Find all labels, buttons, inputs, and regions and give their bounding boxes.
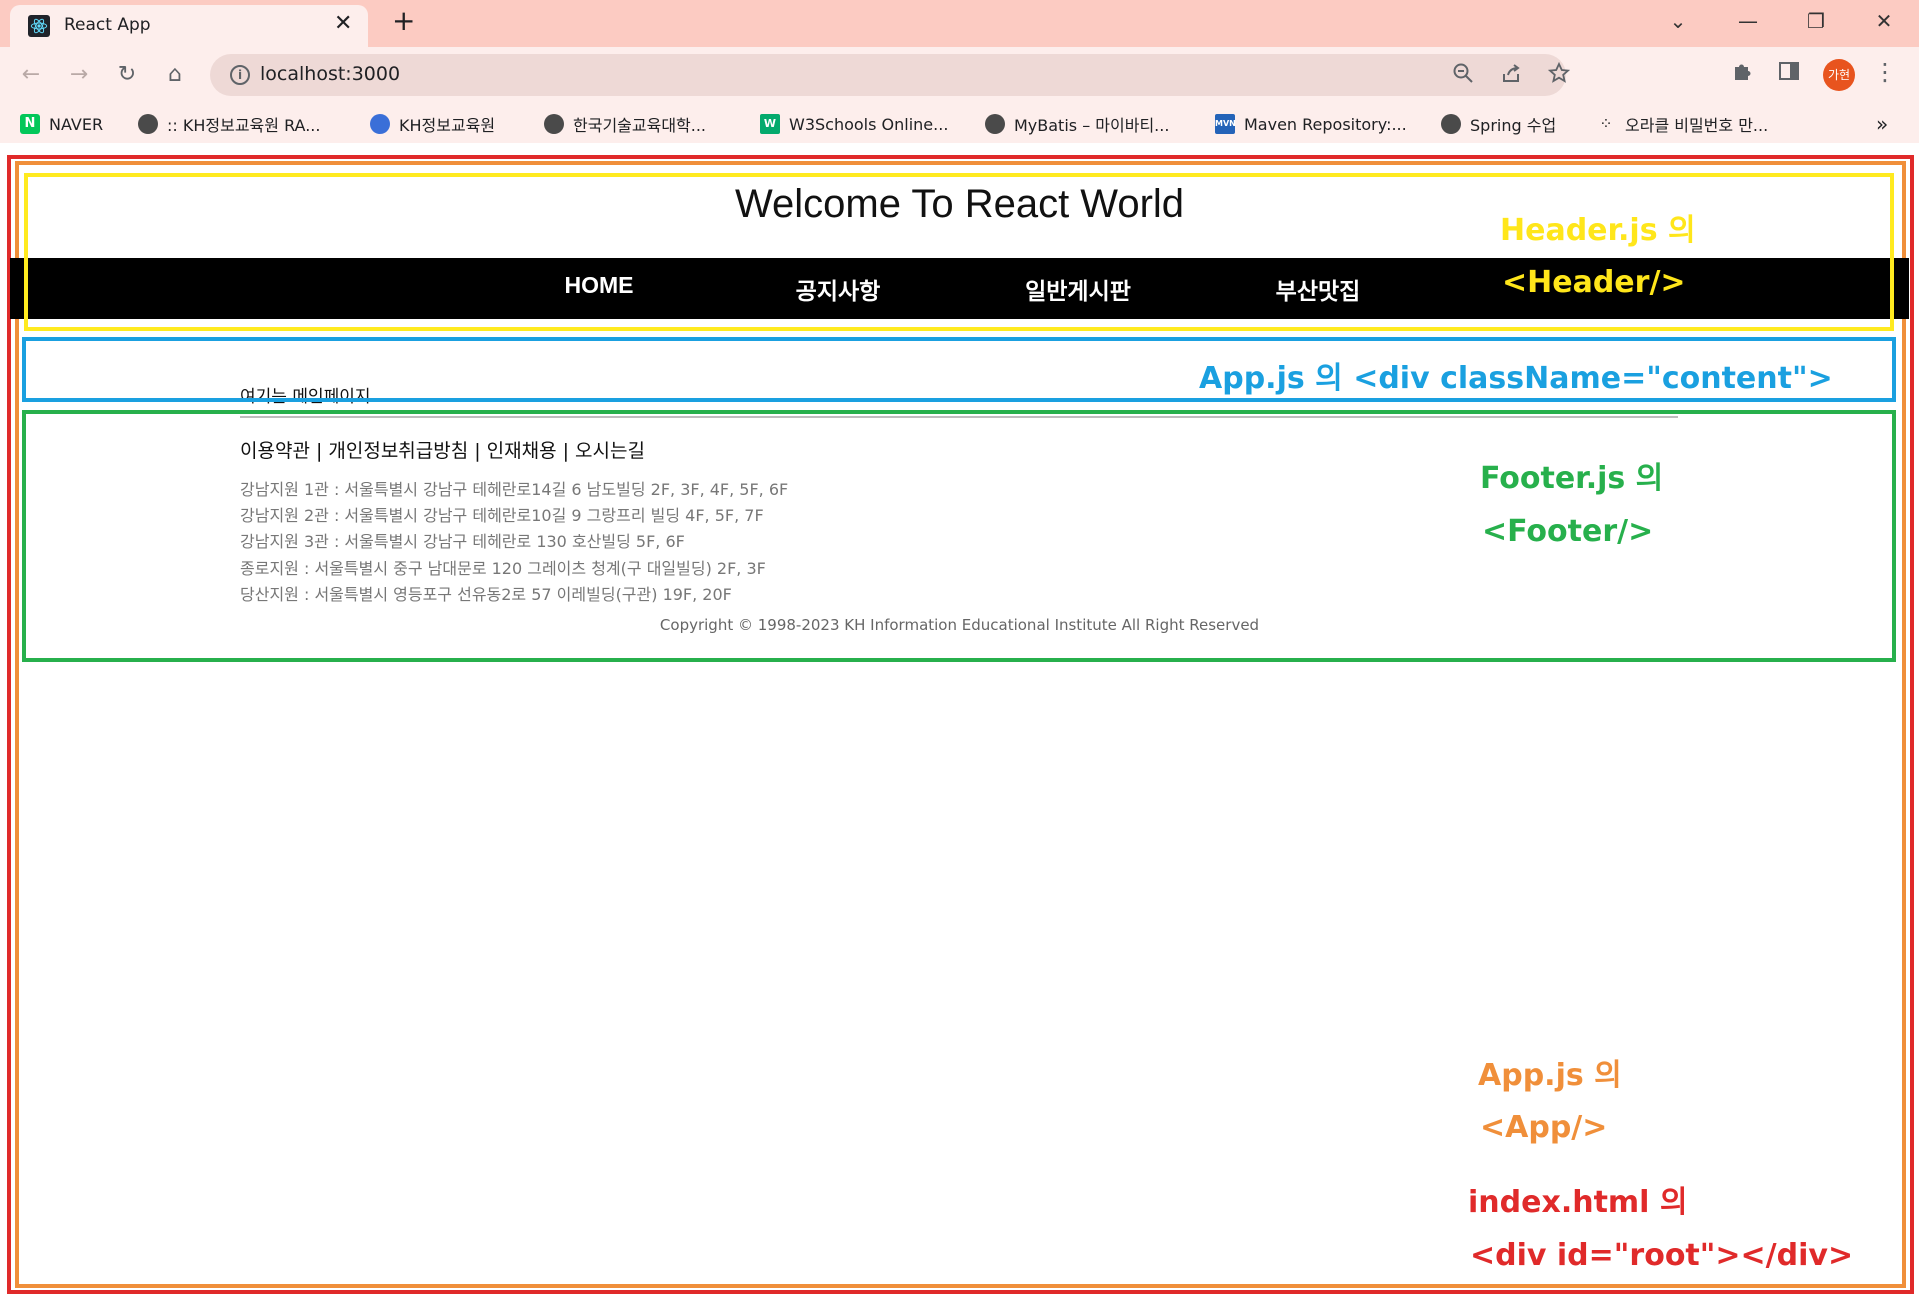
bookmark-maven[interactable]: MVN Maven Repository:...	[1215, 112, 1407, 136]
home-icon[interactable]: ⌂	[158, 58, 192, 92]
kh-icon	[370, 114, 390, 134]
bookmark-label: KH정보교육원	[399, 116, 496, 135]
profile-avatar[interactable]: 가현	[1823, 59, 1855, 91]
address-bar[interactable]: i localhost:3000	[210, 54, 1571, 96]
bookmark-label: :: KH정보교육원 RA...	[167, 116, 321, 135]
react-icon	[28, 15, 50, 37]
maven-icon: MVN	[1215, 114, 1236, 134]
root-annotation-line1: index.html 의	[1468, 1185, 1688, 1220]
bookmarks-more-icon[interactable]: »	[1876, 112, 1888, 136]
header-annotation-line1: Header.js 의	[1500, 213, 1696, 248]
url-text[interactable]: localhost:3000	[260, 63, 400, 85]
naver-icon: N	[20, 114, 40, 134]
bookmark-mybatis[interactable]: MyBatis – 마이바티...	[985, 112, 1169, 136]
bookmarks-bar: N NAVER :: KH정보교육원 RA... KH정보교육원 한국기술교육대…	[0, 103, 1919, 143]
tab-title: React App	[64, 15, 151, 35]
globe-icon	[1441, 114, 1461, 134]
bookmark-w3schools[interactable]: W W3Schools Online...	[760, 112, 948, 136]
browser-title-bar: React App ✕ + ⌄ — ❐ ✕	[0, 0, 1919, 47]
bookmark-star-icon[interactable]	[1546, 61, 1572, 89]
bookmark-label: 오라클 비밀번호 만...	[1625, 116, 1769, 135]
bookmark-kh-ra[interactable]: :: KH정보교육원 RA...	[138, 112, 320, 136]
globe-icon	[138, 114, 158, 134]
new-tab-button[interactable]: +	[392, 6, 415, 36]
header-component-outline	[24, 173, 1894, 331]
bookmark-kh[interactable]: KH정보교육원	[370, 112, 495, 136]
tab-search-icon[interactable]: ⌄	[1658, 6, 1698, 36]
bookmark-label: MyBatis – 마이바티...	[1014, 116, 1170, 135]
bookmark-label: Maven Repository:...	[1244, 114, 1407, 134]
share-icon[interactable]	[1498, 62, 1524, 89]
bookmark-label: NAVER	[49, 114, 104, 134]
bookmark-spring[interactable]: Spring 수업	[1441, 112, 1556, 136]
root-annotation-line2: <div id="root"></div>	[1470, 1238, 1854, 1273]
footer-annotation-line1: Footer.js 의	[1480, 461, 1664, 496]
bookmark-label: Spring 수업	[1470, 116, 1557, 135]
w3schools-icon: W	[760, 114, 780, 134]
globe-icon	[985, 114, 1005, 134]
bookmark-label: 한국기술교육대학...	[573, 116, 707, 135]
side-panel-icon[interactable]	[1774, 60, 1804, 88]
bookmark-label: W3Schools Online...	[789, 114, 949, 134]
bookmark-oracle[interactable]: ⁘ 오라클 비밀번호 만...	[1596, 112, 1768, 136]
tab-close-icon[interactable]: ✕	[334, 11, 352, 37]
back-icon[interactable]: ←	[14, 58, 48, 92]
content-annotation: App.js 의 <div className="content">	[1199, 361, 1833, 396]
app-annotation-line2: <App/>	[1480, 1110, 1608, 1145]
zoom-out-icon[interactable]	[1450, 62, 1476, 89]
bookmark-naver[interactable]: N NAVER	[20, 112, 103, 136]
globe-icon	[544, 114, 564, 134]
browser-tab[interactable]: React App ✕	[10, 5, 368, 47]
bookmark-koreatech[interactable]: 한국기술교육대학...	[544, 112, 706, 136]
browser-menu-icon[interactable]: ⋮	[1870, 58, 1900, 86]
forward-icon[interactable]: →	[62, 58, 96, 92]
minimize-icon[interactable]: —	[1728, 6, 1768, 36]
reload-icon[interactable]: ↻	[110, 58, 144, 92]
header-annotation-line2: <Header/>	[1502, 265, 1686, 300]
window-close-icon[interactable]: ✕	[1864, 6, 1904, 36]
restore-icon[interactable]: ❐	[1796, 6, 1836, 36]
app-annotation-line1: App.js 의	[1478, 1058, 1622, 1093]
site-info-icon[interactable]: i	[230, 65, 250, 85]
dots-icon: ⁘	[1599, 114, 1613, 133]
extensions-icon[interactable]	[1727, 60, 1757, 88]
footer-annotation-line2: <Footer/>	[1482, 514, 1654, 549]
